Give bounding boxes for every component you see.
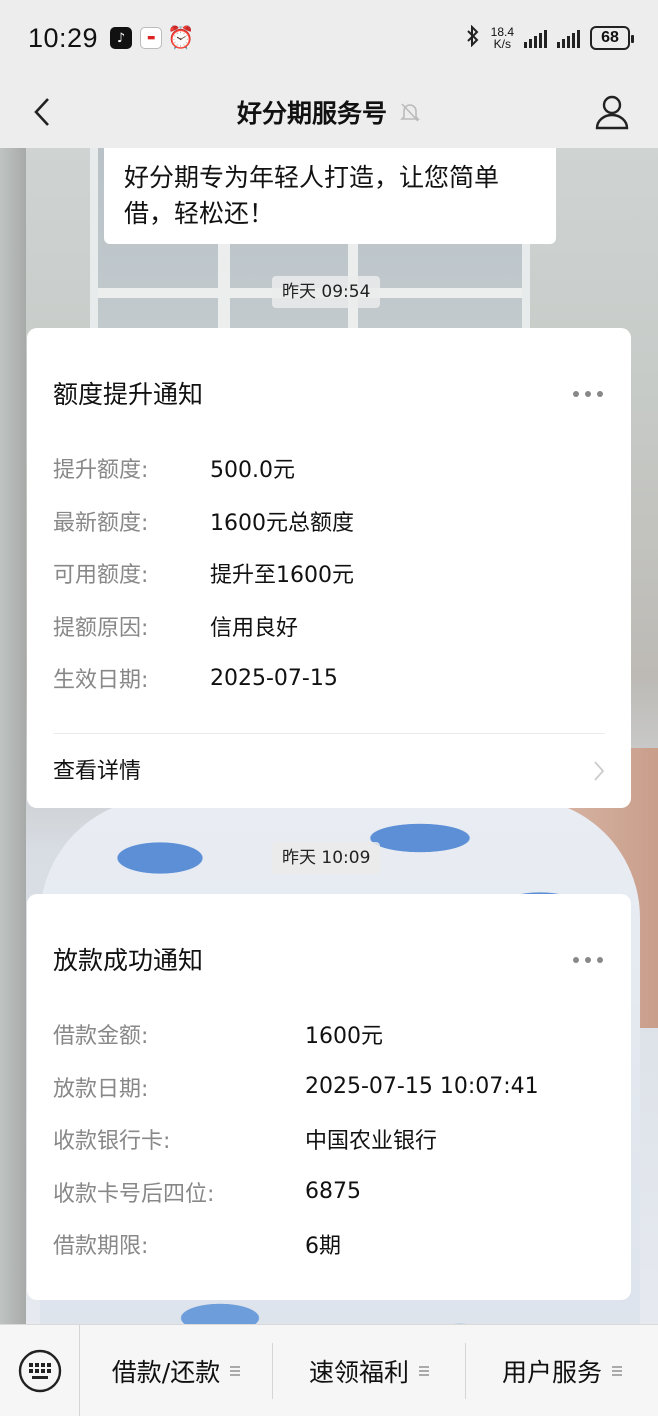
field-value: 提升至1600元 [210, 563, 354, 589]
back-arrow-icon[interactable] [20, 90, 64, 134]
field-label: 生效日期: [53, 668, 149, 694]
field-row: 收款卡号后四位: 6875 [53, 1166, 605, 1219]
field-value: 6期 [305, 1234, 341, 1260]
menu-label: 速领福利 [308, 1357, 409, 1387]
tiktok-icon: ♪ [110, 27, 133, 49]
bluetooth-icon [465, 24, 481, 51]
bottom-menu-bar: 借款/还款 速领福利 用户服务 [0, 1324, 658, 1416]
field-value: 2025-07-15 10:07:41 [305, 1074, 539, 1100]
menu-user-service[interactable]: 用户服务 [465, 1342, 658, 1399]
limit-increase-card[interactable]: 额度提升通知 提升额度: 500.0元 最新额度: 1600元总额度 可用额度:… [27, 328, 631, 808]
alarm-icon: ⏰ [167, 25, 195, 51]
field-label: 放款日期: [53, 1076, 149, 1102]
message-bubble: 好分期专为年轻人打造，让您简单借，轻松还！ [104, 148, 556, 244]
field-value: 2025-07-15 [210, 665, 338, 691]
field-row: 提额原因: 信用良好 [53, 600, 605, 653]
keyboard-toggle-button[interactable] [0, 1324, 80, 1416]
submenu-icon [419, 1365, 429, 1376]
battery-indicator: 68 [590, 26, 634, 50]
field-label: 提额原因: [53, 615, 149, 641]
field-label: 提升额度: [53, 458, 149, 484]
field-label: 最新额度: [53, 510, 149, 536]
menu-loan-repay[interactable]: 借款/还款 [80, 1343, 272, 1399]
field-value: 信用良好 [210, 615, 299, 641]
field-row: 最新额度: 1600元总额度 [53, 495, 605, 548]
field-label: 借款金额: [53, 1024, 149, 1050]
field-row: 生效日期: 2025-07-15 [53, 652, 605, 705]
field-label: 收款卡号后四位: [53, 1181, 215, 1207]
field-value: 中国农业银行 [305, 1129, 438, 1155]
menu-label: 用户服务 [501, 1357, 602, 1387]
nav-bar: 好分期服务号 [0, 76, 658, 148]
page-title: 好分期服务号 [236, 99, 387, 128]
signal-icon-2 [557, 28, 580, 48]
network-speed: 18.4 K/s [490, 25, 514, 51]
profile-icon[interactable] [592, 92, 632, 132]
menu-label: 借款/还款 [111, 1357, 221, 1387]
field-label: 借款期限: [53, 1234, 149, 1260]
field-value: 500.0元 [210, 458, 295, 484]
chevron-right-icon [593, 760, 605, 788]
more-options-icon[interactable] [573, 391, 603, 397]
submenu-icon [230, 1365, 241, 1376]
status-time: 10:29 [28, 22, 99, 53]
field-value: 1600元总额度 [210, 510, 354, 536]
mute-bell-icon [399, 101, 421, 123]
message-timestamp: 昨天 09:54 [272, 276, 381, 308]
field-label: 收款银行卡: [53, 1129, 171, 1155]
card-title: 额度提升通知 [53, 380, 204, 409]
loan-disbursed-card[interactable]: 放款成功通知 借款金额: 1600元 放款日期: 2025-07-15 10:0… [27, 894, 631, 1300]
status-bar: 10:29 ♪ ▬ ⏰ 18.4 K/s 68 [0, 0, 658, 76]
field-row: 放款日期: 2025-07-15 10:07:41 [53, 1061, 605, 1114]
card-fields: 借款金额: 1600元 放款日期: 2025-07-15 10:07:41 收款… [53, 1008, 605, 1271]
field-row: 借款期限: 6期 [53, 1218, 605, 1271]
field-value: 1600元 [305, 1024, 383, 1050]
menu-benefits[interactable]: 速领福利 [272, 1342, 465, 1399]
message-timestamp: 昨天 10:09 [272, 842, 381, 874]
field-value: 6875 [305, 1179, 361, 1205]
view-details-label: 查看详情 [53, 759, 142, 784]
submenu-icon [612, 1365, 622, 1376]
bank-app-icon: ▬ [140, 27, 163, 49]
field-row: 提升额度: 500.0元 [53, 442, 605, 495]
field-row: 借款金额: 1600元 [53, 1008, 605, 1061]
field-label: 可用额度: [53, 563, 149, 589]
field-row: 可用额度: 提升至1600元 [53, 547, 605, 600]
view-details-link[interactable]: 查看详情 [53, 732, 605, 805]
keyboard-icon [18, 1349, 61, 1392]
card-fields: 提升额度: 500.0元 最新额度: 1600元总额度 可用额度: 提升至160… [53, 442, 605, 705]
signal-icon [524, 28, 547, 48]
card-title: 放款成功通知 [53, 946, 204, 975]
field-row: 收款银行卡: 中国农业银行 [53, 1113, 605, 1166]
more-options-icon[interactable] [573, 957, 603, 963]
